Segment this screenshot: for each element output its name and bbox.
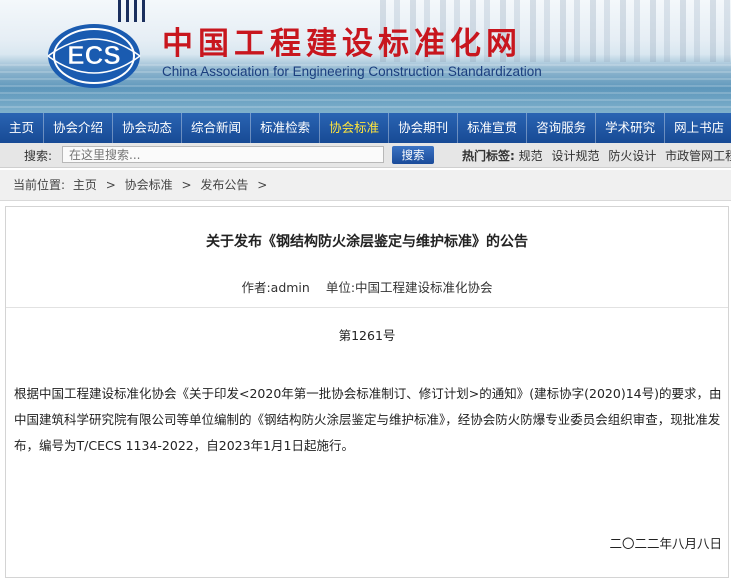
nav-item-general-news[interactable]: 综合新闻: [182, 113, 252, 143]
hot-tag[interactable]: 设计规范: [551, 149, 599, 163]
search-bar: 搜索: 搜索 热门标签: 规范 设计规范 防火设计 市政管网工程: [0, 143, 731, 168]
site-title-cn: 中国工程建设标准化网: [162, 26, 522, 62]
nav-item-home[interactable]: 主页: [0, 113, 45, 143]
breadcrumb-item-announcements[interactable]: 发布公告: [200, 170, 248, 200]
breadcrumb: 当前位置: 主页 > 协会标准 > 发布公告 >: [0, 170, 731, 201]
hot-tags: 热门标签: 规范 设计规范 防火设计 市政管网工程: [462, 147, 731, 164]
article-body: 根据中国工程建设标准化协会《关于印发<2020年第一批协会标准制订、修订计划>的…: [14, 386, 722, 453]
main-nav: 主页 协会介绍 协会动态 综合新闻 标准检索 协会标准 协会期刊 标准宣贯 咨询…: [0, 113, 731, 143]
ecs-logo[interactable]: ECS: [42, 12, 152, 92]
breadcrumb-item-home[interactable]: 主页: [73, 170, 97, 200]
nav-item-bookstore[interactable]: 网上书店: [665, 113, 731, 143]
search-label: 搜索:: [24, 149, 53, 163]
breadcrumb-separator: >: [181, 178, 192, 192]
breadcrumb-separator: >: [257, 178, 268, 192]
breadcrumb-item-standards[interactable]: 协会标准: [125, 170, 173, 200]
nav-item-about[interactable]: 协会介绍: [44, 113, 114, 143]
nav-item-standard-promotion[interactable]: 标准宣贯: [458, 113, 528, 143]
nav-item-journals[interactable]: 协会期刊: [389, 113, 459, 143]
document-number: 第1261号: [338, 328, 396, 343]
logo-text: ECS: [67, 40, 120, 70]
hot-tag[interactable]: 防火设计: [608, 149, 656, 163]
search-input[interactable]: [62, 146, 384, 163]
article-meta: 作者:admin 单位:中国工程建设标准化协会: [6, 277, 728, 296]
site-title-en: China Association for Engineering Constr…: [162, 64, 542, 79]
divider: [6, 307, 728, 308]
article-unit: 单位:中国工程建设标准化协会: [325, 280, 493, 295]
article-panel: 关于发布《钢结构防火涂层鉴定与维护标准》的公告 作者:admin 单位:中国工程…: [5, 206, 729, 578]
article-title: 关于发布《钢结构防火涂层鉴定与维护标准》的公告: [206, 234, 528, 250]
breadcrumb-separator: >: [105, 178, 116, 192]
hot-tag[interactable]: 规范: [519, 149, 543, 163]
hot-tags-label: 热门标签:: [462, 149, 515, 163]
hot-tag[interactable]: 市政管网工程: [665, 149, 731, 163]
search-button[interactable]: 搜索: [392, 146, 434, 164]
nav-item-news[interactable]: 协会动态: [113, 113, 183, 143]
nav-item-research[interactable]: 学术研究: [596, 113, 666, 143]
nav-item-association-standards[interactable]: 协会标准: [320, 113, 390, 143]
nav-item-standard-search[interactable]: 标准检索: [251, 113, 321, 143]
article-author: 作者:admin: [241, 280, 310, 295]
article-date: 二〇二二年八月八日: [609, 536, 722, 551]
nav-item-consulting[interactable]: 咨询服务: [527, 113, 597, 143]
site-banner: ECS 中国工程建设标准化网 China Association for Eng…: [0, 0, 731, 113]
breadcrumb-label: 当前位置:: [13, 178, 66, 192]
